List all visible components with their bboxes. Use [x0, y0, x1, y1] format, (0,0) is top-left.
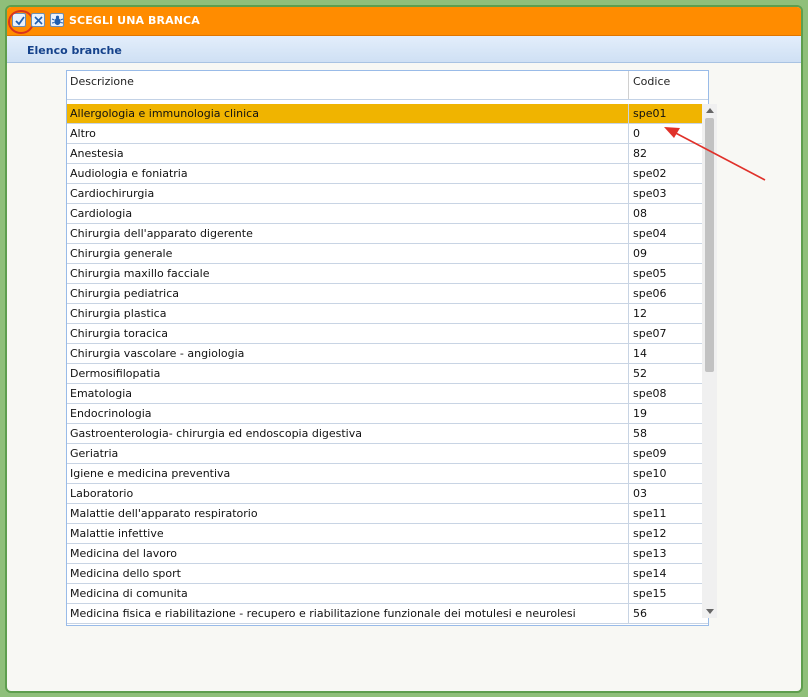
- annotation-arrow-icon: [664, 127, 766, 181]
